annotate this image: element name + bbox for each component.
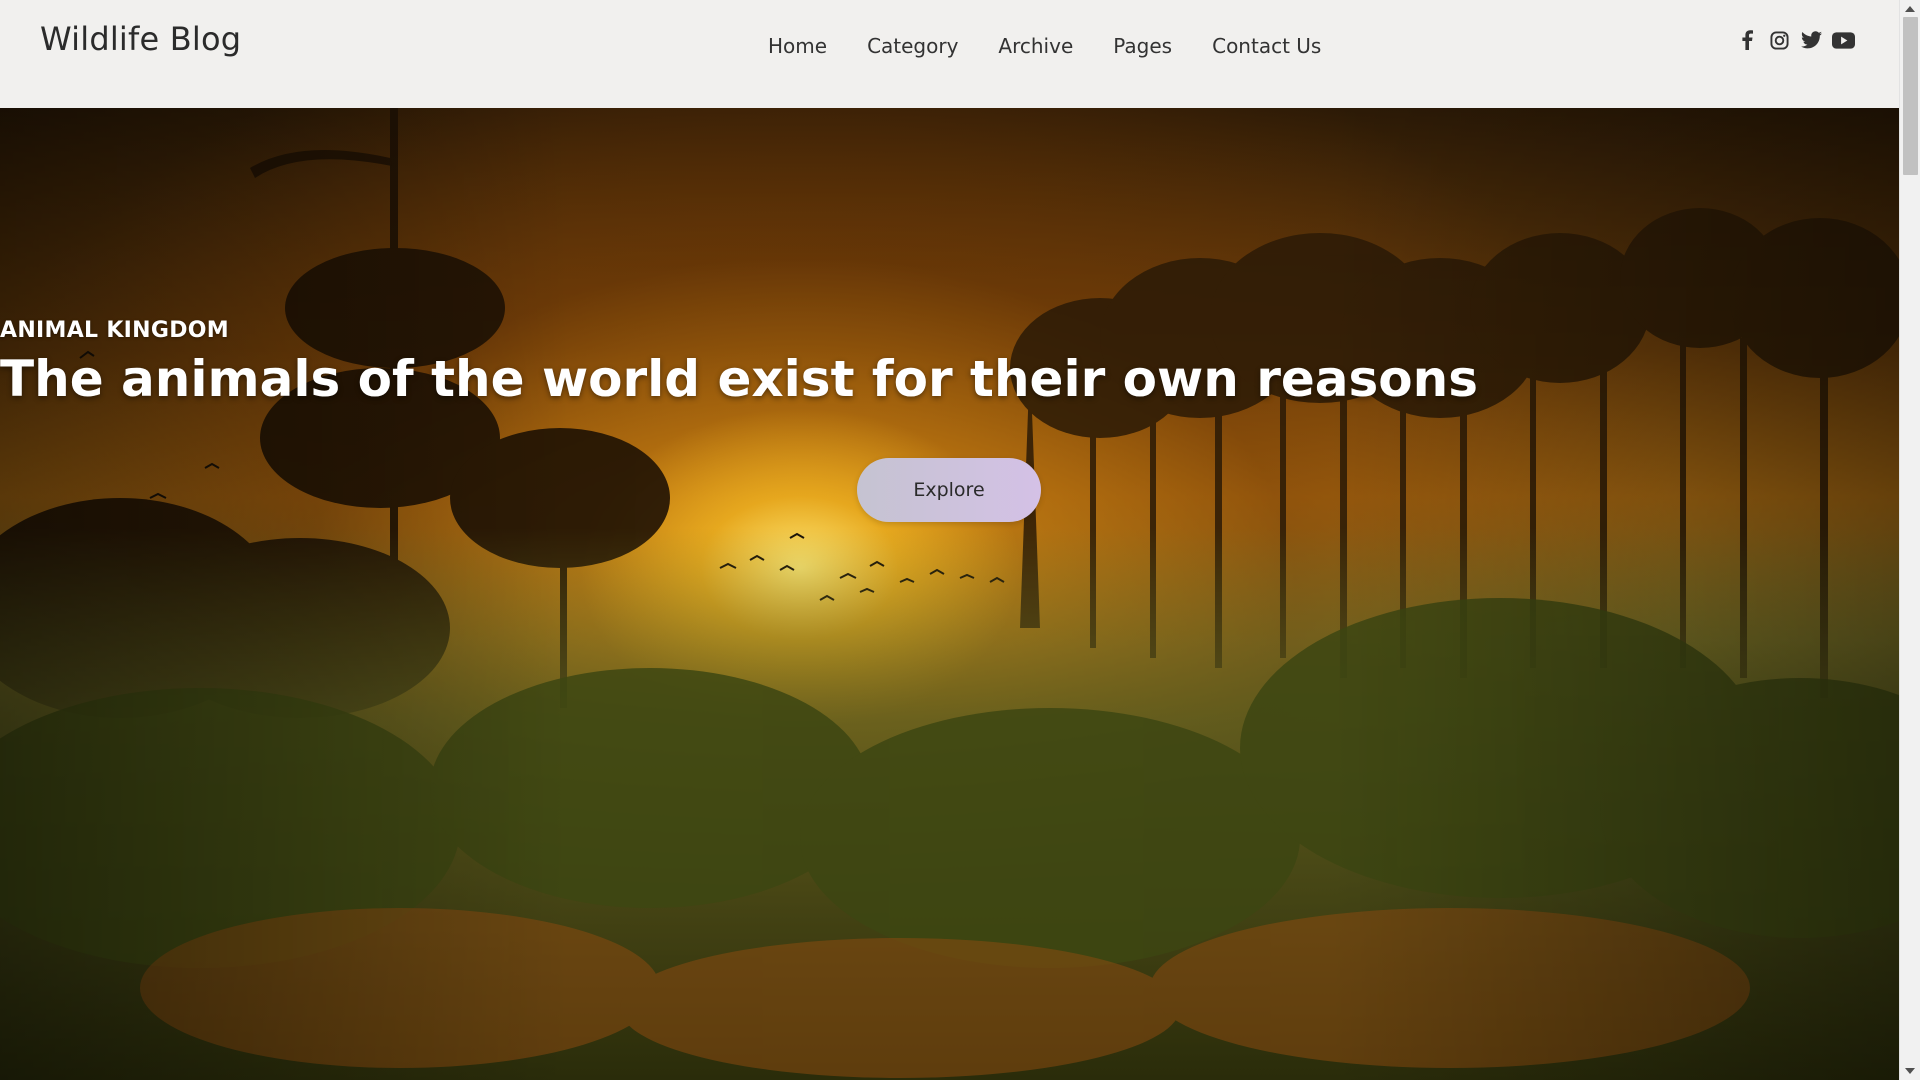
hero-eyebrow: ANIMAL KINGDOM xyxy=(0,318,229,343)
scrollbar-thumb[interactable] xyxy=(1903,17,1918,175)
facebook-icon[interactable] xyxy=(1735,28,1759,52)
nav-item-pages[interactable]: Pages xyxy=(1113,34,1172,58)
page-scrollbar[interactable] xyxy=(1899,0,1920,1080)
site-logo[interactable]: Wildlife Blog xyxy=(40,20,241,58)
youtube-icon[interactable] xyxy=(1831,28,1855,52)
instagram-icon[interactable] xyxy=(1767,28,1791,52)
main-nav: Home Category Archive Pages Contact Us xyxy=(768,34,1361,58)
nav-item-contact-us[interactable]: Contact Us xyxy=(1212,34,1321,58)
nav-item-home[interactable]: Home xyxy=(768,34,827,58)
social-links xyxy=(1727,28,1855,52)
scroll-down-icon[interactable] xyxy=(1905,1068,1915,1074)
twitter-icon[interactable] xyxy=(1799,28,1823,52)
scroll-up-icon[interactable] xyxy=(1905,6,1915,12)
explore-button[interactable]: Explore xyxy=(857,458,1041,522)
hero-background-image xyxy=(0,108,1899,1080)
site-header: Wildlife Blog Home Category Archive Page… xyxy=(0,0,1899,108)
hero-banner: ANIMAL KINGDOM The animals of the world … xyxy=(0,108,1899,1080)
hero-headline: The animals of the world exist for their… xyxy=(0,350,1478,408)
nav-item-archive[interactable]: Archive xyxy=(998,34,1073,58)
nav-item-category[interactable]: Category xyxy=(867,34,958,58)
